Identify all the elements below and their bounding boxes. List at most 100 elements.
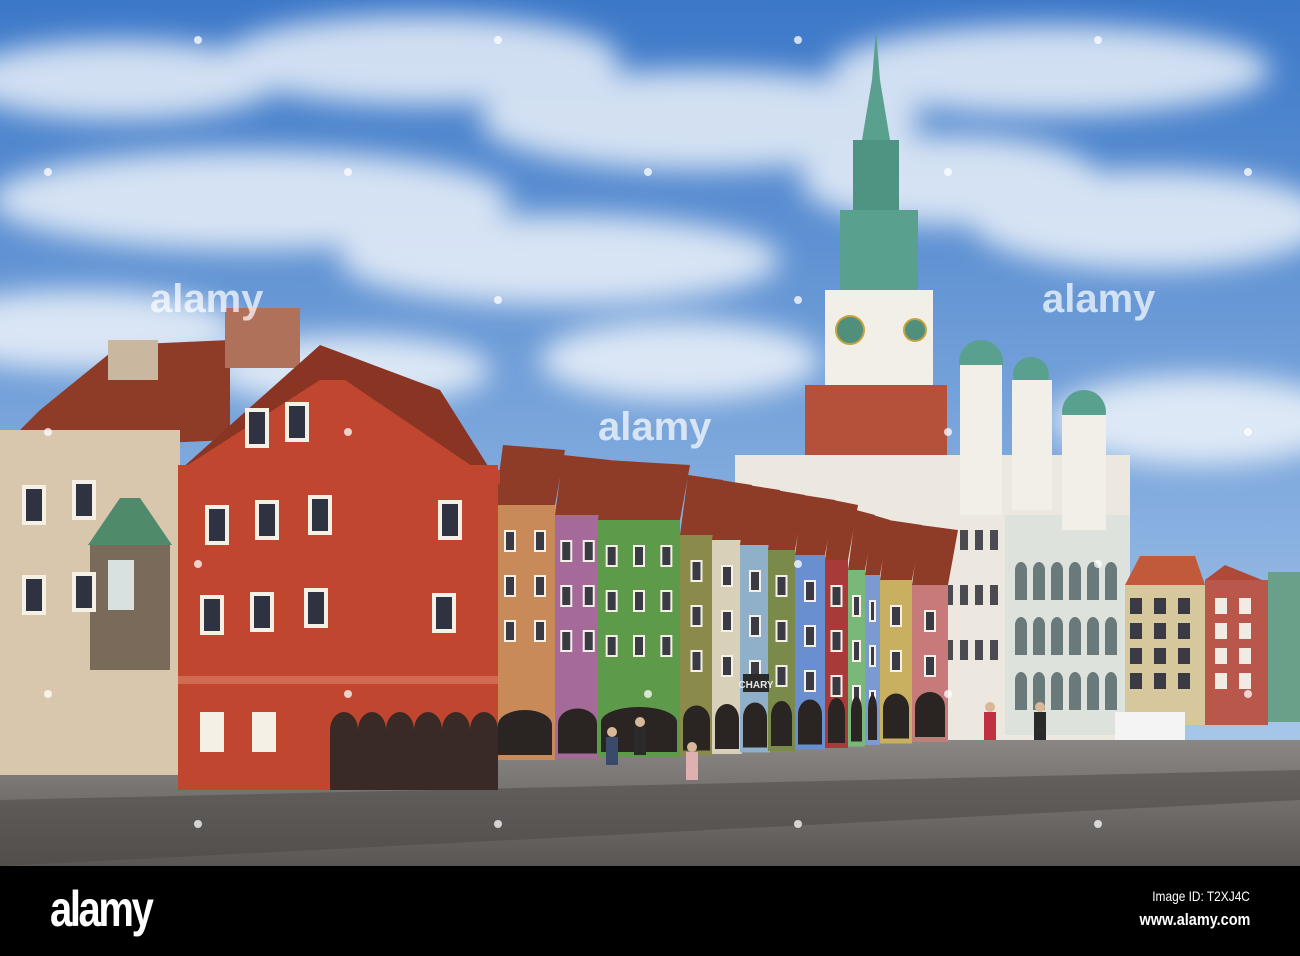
window-pane <box>692 607 701 625</box>
window-pane <box>635 592 643 610</box>
arcade-arch <box>883 693 909 739</box>
window <box>1239 623 1251 639</box>
building-red <box>1205 580 1268 725</box>
window-pane <box>312 499 328 531</box>
window-pane <box>777 622 786 640</box>
person <box>606 737 618 765</box>
window-pane <box>662 547 671 565</box>
loggia-arch <box>1015 562 1027 600</box>
arcade-arch <box>915 692 945 737</box>
loggia-arch <box>1015 672 1027 710</box>
window-pane <box>832 632 841 650</box>
window <box>1215 648 1227 664</box>
watermark-dot <box>1094 820 1102 828</box>
watermark-dot <box>944 168 952 176</box>
window <box>1239 673 1251 689</box>
window <box>975 530 983 550</box>
window-pane <box>308 592 324 624</box>
window-pane <box>723 612 731 630</box>
window-pane <box>926 612 934 630</box>
window <box>1215 598 1227 614</box>
loggia-arch <box>1087 672 1099 710</box>
watermark-dot <box>44 428 52 436</box>
loggia-arch <box>1105 617 1117 655</box>
window <box>1215 673 1227 689</box>
watermark-dot <box>794 296 802 304</box>
window-pane <box>662 592 671 610</box>
window-pane <box>662 637 671 655</box>
window <box>990 640 998 660</box>
window-pane <box>832 677 841 695</box>
person-head <box>985 702 995 712</box>
window-pane <box>806 672 814 690</box>
arcade-arch <box>442 712 470 790</box>
arcade-arch <box>470 712 498 790</box>
van <box>1115 712 1185 740</box>
window <box>1178 648 1190 664</box>
watermark-dot <box>1244 168 1252 176</box>
watermark-dot <box>794 36 802 44</box>
window <box>1154 598 1166 614</box>
window-pane <box>254 596 270 628</box>
window-pane <box>26 579 42 611</box>
arcade-arch <box>715 704 739 749</box>
window-pane <box>806 582 814 600</box>
window-pane <box>607 637 616 655</box>
watermark-dot <box>344 690 352 698</box>
window <box>975 585 983 605</box>
window-pane <box>892 607 900 625</box>
window <box>252 712 276 752</box>
watermark-dot <box>644 690 652 698</box>
window-pane <box>536 622 544 640</box>
watermark-dot <box>794 560 802 568</box>
loggia-arch <box>1069 672 1081 710</box>
arcade-arch <box>683 705 710 751</box>
window-pane <box>854 642 859 660</box>
window <box>1154 623 1166 639</box>
image-id: Image ID: T2XJ4C <box>1152 888 1250 904</box>
window-pane <box>871 647 874 665</box>
arcade-arch <box>798 699 822 745</box>
window-pane <box>289 406 305 438</box>
watermark-dot <box>344 428 352 436</box>
window <box>1154 648 1166 664</box>
window-pane <box>536 532 544 550</box>
window <box>990 530 998 550</box>
window-pane <box>806 627 814 645</box>
person-head <box>1035 702 1045 712</box>
window <box>960 530 968 550</box>
window-pane <box>442 504 458 536</box>
window <box>960 585 968 605</box>
watermark-dot <box>794 820 802 828</box>
cloud <box>830 25 1270 115</box>
watermark-dot <box>44 168 52 176</box>
shop-sign-text: CHARY <box>738 680 774 691</box>
chimney <box>108 340 158 380</box>
window <box>1215 623 1227 639</box>
site-url[interactable]: www.alamy.com <box>1139 910 1250 930</box>
person <box>984 712 996 740</box>
turret <box>1012 380 1052 510</box>
window <box>960 640 968 660</box>
window-pane <box>536 577 544 595</box>
photo-canvas: CHARY alamy alamy alamy <box>0 0 1300 866</box>
shop-sign: CHARY <box>738 674 774 692</box>
window <box>1130 673 1142 689</box>
cloud <box>340 215 780 305</box>
window-pane <box>692 652 701 670</box>
tower-clock <box>903 318 927 342</box>
person-head <box>635 717 645 727</box>
window-pane <box>204 599 220 631</box>
window <box>1130 648 1142 664</box>
window <box>1239 598 1251 614</box>
watermark-dot <box>344 168 352 176</box>
window-pane <box>723 567 731 585</box>
watermark-dot <box>1244 690 1252 698</box>
window <box>1154 673 1166 689</box>
person <box>634 727 646 755</box>
window-pane <box>892 652 900 670</box>
watermark-dot <box>1244 428 1252 436</box>
window-pane <box>584 632 593 650</box>
window-pane <box>926 657 934 675</box>
arcade-arch <box>828 698 845 743</box>
